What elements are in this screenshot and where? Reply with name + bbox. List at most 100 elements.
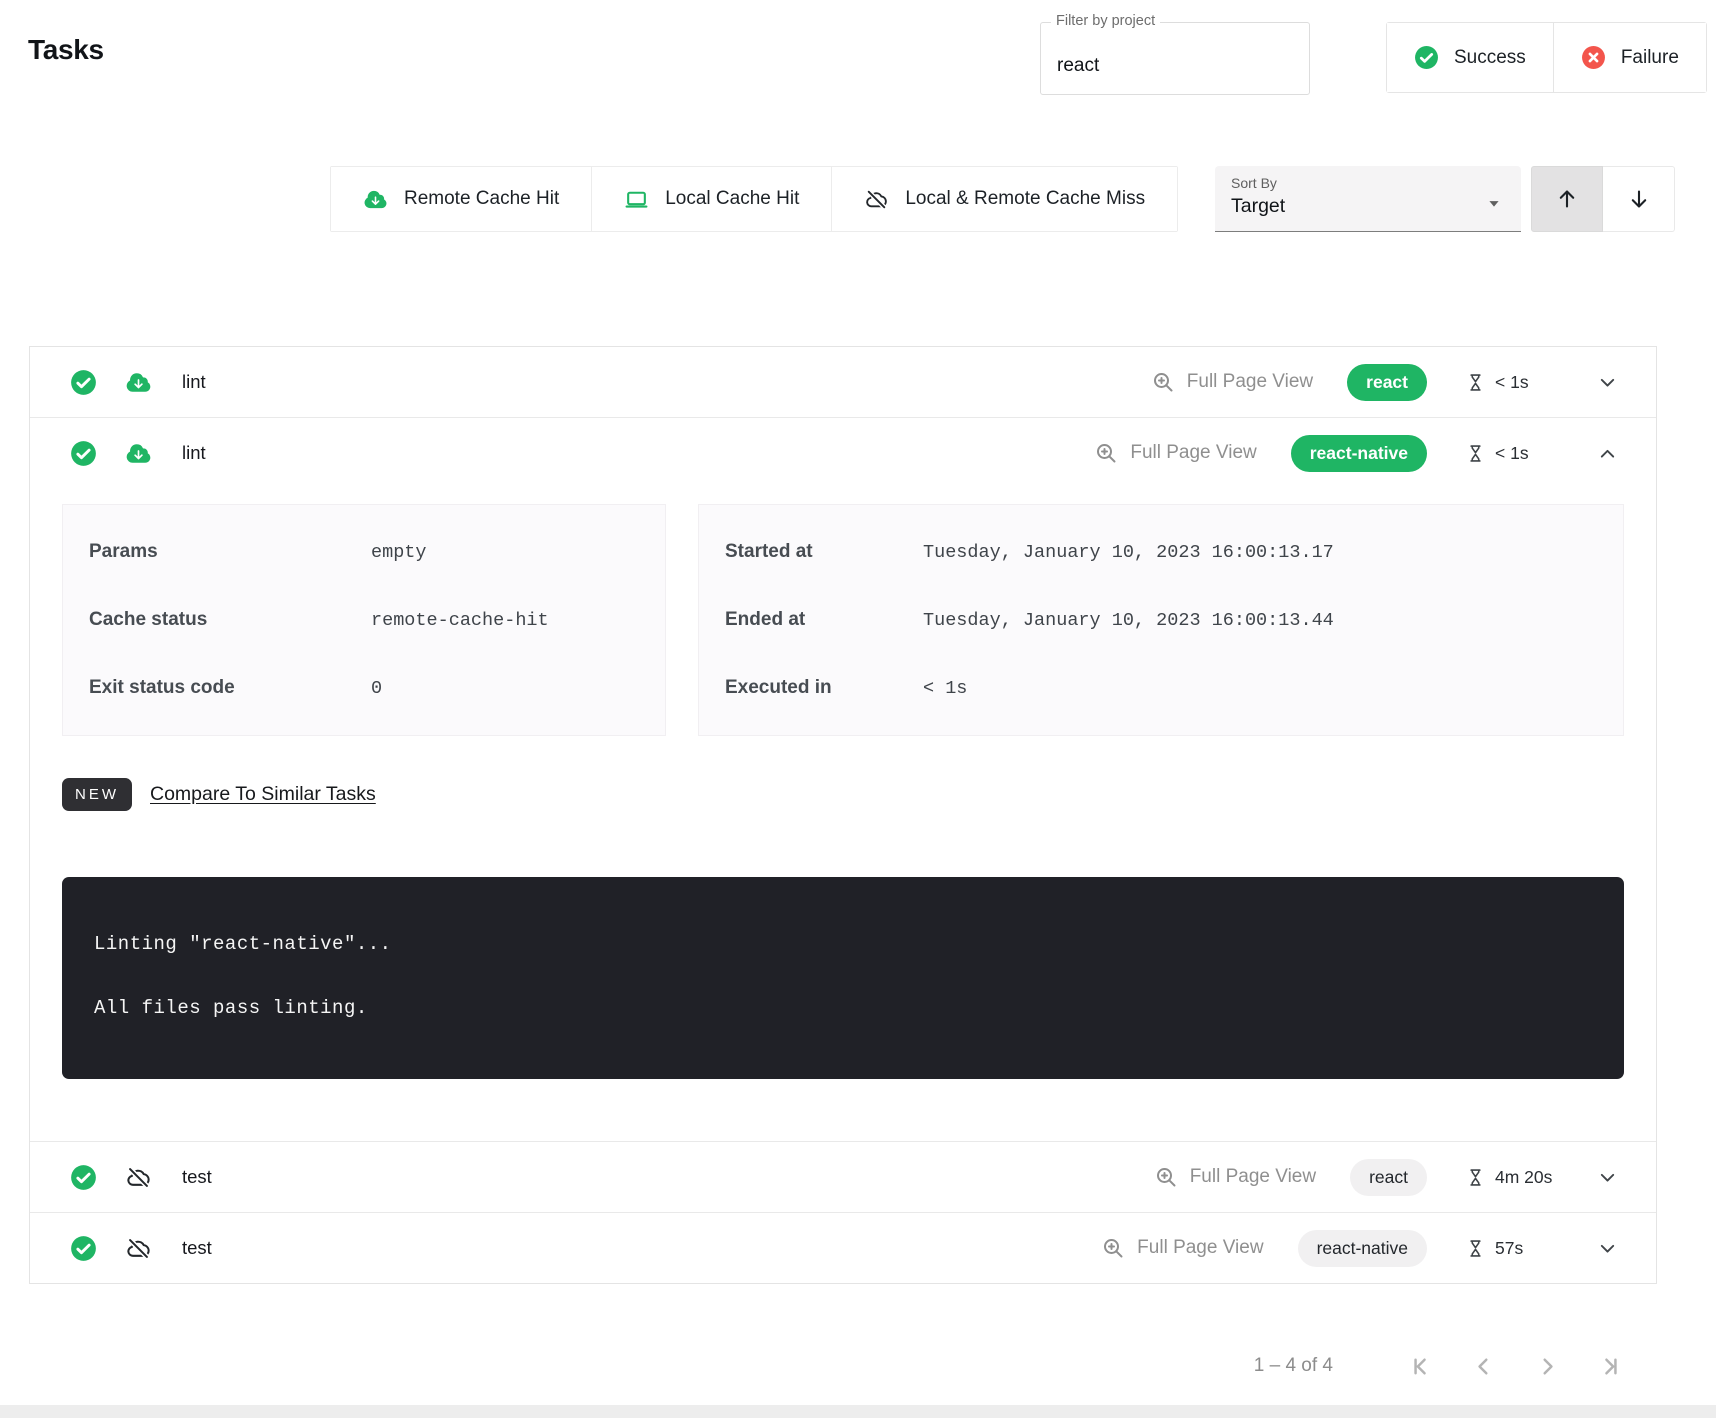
arrow-up-icon: [1555, 187, 1579, 211]
duration-label: < 1s: [1495, 372, 1529, 393]
task-info-panel: Params empty Cache status remote-cache-h…: [62, 504, 666, 736]
project-badge[interactable]: react: [1347, 364, 1427, 401]
executed-in-value: < 1s: [923, 678, 967, 699]
success-status-icon: [70, 369, 97, 396]
task-list: lint Full Page View react < 1s: [29, 346, 1657, 1284]
duration-label: 57s: [1495, 1238, 1523, 1259]
compare-to-similar-tasks-link[interactable]: Compare To Similar Tasks: [150, 783, 376, 806]
last-page-button[interactable]: [1596, 1351, 1627, 1382]
cache-status-row: Cache status remote-cache-hit: [63, 586, 665, 654]
success-filter-label: Success: [1454, 47, 1526, 69]
hourglass-icon: [1465, 1167, 1486, 1188]
collapse-row-button[interactable]: [1593, 439, 1622, 468]
project-filter-field: Filter by project: [1040, 22, 1310, 95]
laptop-icon: [624, 187, 649, 212]
task-target-label: test: [182, 1166, 212, 1188]
zoom-in-icon: [1101, 1236, 1125, 1260]
task-target-label: lint: [182, 442, 206, 464]
success-status-icon: [70, 440, 97, 467]
bottom-strip: [0, 1405, 1716, 1418]
task-details: Params empty Cache status remote-cache-h…: [30, 488, 1656, 1141]
terminal-line: All files pass linting.: [94, 997, 1592, 1019]
task-row: lint Full Page View react-native < 1s: [30, 417, 1656, 1141]
expand-row-button[interactable]: [1593, 1163, 1622, 1192]
task-row: test Full Page View react 4m 20s: [30, 1141, 1656, 1212]
task-row-actions: Full Page View react < 1s: [1151, 364, 1622, 401]
started-at-row: Started at Tuesday, January 10, 2023 16:…: [699, 518, 1623, 586]
cloud-download-icon: [363, 187, 388, 212]
project-badge[interactable]: react-native: [1291, 435, 1427, 472]
task-row-header[interactable]: test Full Page View react 4m 20s: [30, 1142, 1656, 1212]
task-target-label: lint: [182, 371, 206, 393]
cache-miss-filter-button[interactable]: Local & Remote Cache Miss: [831, 167, 1177, 231]
full-page-view-button[interactable]: Full Page View: [1101, 1236, 1263, 1260]
params-value: empty: [371, 542, 427, 563]
sort-by-value: Target: [1231, 195, 1505, 218]
expand-row-button[interactable]: [1593, 368, 1622, 397]
project-badge[interactable]: react: [1350, 1159, 1427, 1196]
hourglass-icon: [1465, 443, 1486, 464]
failure-filter-button[interactable]: Failure: [1553, 23, 1706, 92]
first-page-button[interactable]: [1404, 1351, 1435, 1382]
cloud-slash-icon: [864, 187, 889, 212]
full-page-view-button[interactable]: Full Page View: [1154, 1165, 1316, 1189]
task-row-header[interactable]: lint Full Page View react-native < 1s: [30, 418, 1656, 488]
ended-at-label: Ended at: [725, 609, 923, 631]
task-row-actions: Full Page View react-native 57s: [1101, 1230, 1622, 1267]
sort-by-label: Sort By: [1231, 175, 1505, 191]
sort-by-select[interactable]: Sort By Target: [1215, 166, 1521, 232]
status-filter-group: Success Failure: [1386, 22, 1707, 93]
success-status-icon: [70, 1235, 97, 1262]
exit-status-row: Exit status code 0: [63, 654, 665, 722]
cache-miss-icon: [125, 1235, 152, 1262]
chevron-down-icon: [1597, 1238, 1618, 1259]
cache-filter-group: Remote Cache Hit Local Cache Hit Local &…: [330, 166, 1178, 232]
sort-descending-button[interactable]: [1603, 166, 1675, 232]
zoom-in-icon: [1094, 441, 1118, 465]
ended-at-value: Tuesday, January 10, 2023 16:00:13.44: [923, 610, 1334, 631]
sort-ascending-button[interactable]: [1531, 166, 1603, 232]
zoom-in-icon: [1154, 1165, 1178, 1189]
last-page-icon: [1598, 1353, 1625, 1380]
exit-status-label: Exit status code: [89, 677, 371, 699]
exit-status-value: 0: [371, 678, 382, 699]
task-duration: 4m 20s: [1465, 1167, 1575, 1188]
task-row-header[interactable]: lint Full Page View react < 1s: [30, 347, 1656, 417]
full-page-view-label: Full Page View: [1137, 1237, 1263, 1259]
compare-row: NEW Compare To Similar Tasks: [62, 778, 1624, 811]
full-page-view-button[interactable]: Full Page View: [1094, 441, 1256, 465]
terminal-output: Linting "react-native"... All files pass…: [62, 877, 1624, 1079]
cache-miss-icon: [125, 1164, 152, 1191]
failure-x-icon: [1581, 45, 1606, 70]
executed-in-row: Executed in < 1s: [699, 654, 1623, 722]
expand-row-button[interactable]: [1593, 1234, 1622, 1263]
failure-filter-label: Failure: [1621, 47, 1679, 69]
task-row-header[interactable]: test Full Page View react-native 57s: [30, 1213, 1656, 1283]
project-filter-input[interactable]: [1041, 23, 1309, 94]
pagination: 1 – 4 of 4: [29, 1340, 1627, 1392]
task-duration: < 1s: [1465, 372, 1575, 393]
success-status-icon: [70, 1164, 97, 1191]
full-page-view-label: Full Page View: [1190, 1166, 1316, 1188]
success-check-icon: [1414, 45, 1439, 70]
duration-label: < 1s: [1495, 443, 1529, 464]
next-page-button[interactable]: [1532, 1351, 1563, 1382]
ended-at-row: Ended at Tuesday, January 10, 2023 16:00…: [699, 586, 1623, 654]
cache-status-value: remote-cache-hit: [371, 610, 549, 631]
remote-cache-hit-filter-button[interactable]: Remote Cache Hit: [331, 167, 591, 231]
full-page-view-button[interactable]: Full Page View: [1151, 370, 1313, 394]
duration-label: 4m 20s: [1495, 1167, 1552, 1188]
task-row-actions: Full Page View react 4m 20s: [1154, 1159, 1622, 1196]
success-filter-button[interactable]: Success: [1387, 23, 1553, 92]
chevron-up-icon: [1597, 443, 1618, 464]
task-timing-panel: Started at Tuesday, January 10, 2023 16:…: [698, 504, 1624, 736]
chevron-down-icon: [1597, 372, 1618, 393]
local-cache-hit-filter-button[interactable]: Local Cache Hit: [591, 167, 831, 231]
previous-page-button[interactable]: [1468, 1351, 1499, 1382]
pagination-range: 1 – 4 of 4: [1254, 1355, 1333, 1377]
started-at-label: Started at: [725, 541, 923, 563]
caret-down-icon: [1483, 192, 1505, 214]
new-badge: NEW: [62, 778, 132, 811]
remote-cache-hit-label: Remote Cache Hit: [404, 188, 559, 210]
project-badge[interactable]: react-native: [1298, 1230, 1427, 1267]
